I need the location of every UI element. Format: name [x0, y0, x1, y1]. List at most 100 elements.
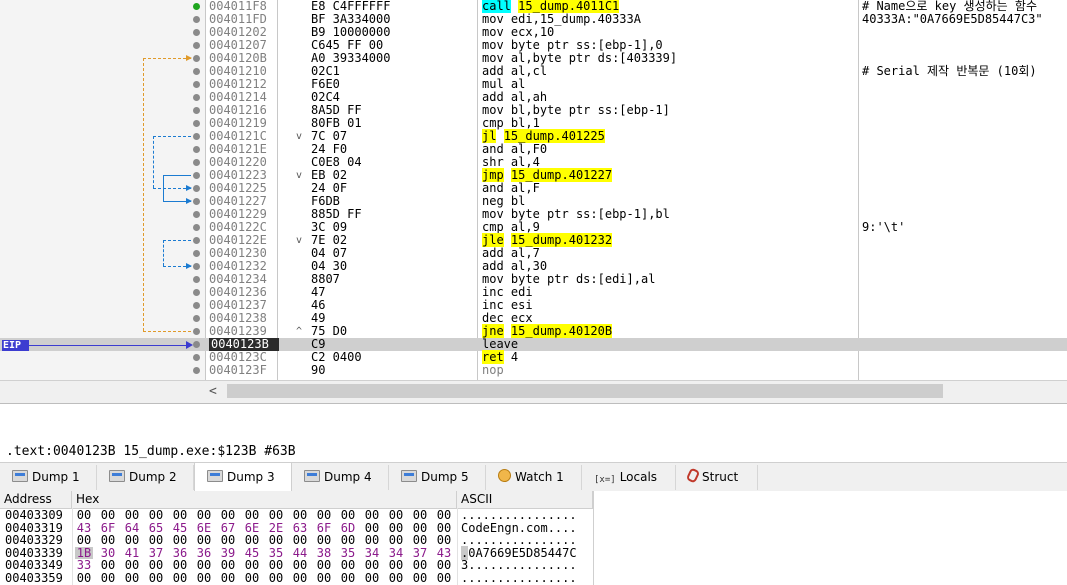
hex-byte[interactable]: 41	[123, 547, 141, 559]
hex-byte[interactable]: 36	[171, 547, 189, 559]
hex-byte[interactable]: 00	[147, 572, 165, 584]
breakpoint-dot-icon[interactable]	[193, 302, 200, 309]
breakpoint-dot-icon[interactable]	[193, 367, 200, 374]
hex-byte[interactable]: 1B	[75, 546, 93, 559]
breakpoint-dot-icon[interactable]	[193, 185, 200, 192]
hex-byte[interactable]: 00	[435, 534, 453, 546]
hex-byte[interactable]: 36	[195, 547, 213, 559]
hex-byte[interactable]: 00	[171, 509, 189, 521]
hex-byte[interactable]: 34	[363, 547, 381, 559]
hex-byte[interactable]: 00	[171, 572, 189, 584]
breakpoint-dot-icon[interactable]	[193, 276, 200, 283]
ascii-text[interactable]: ................	[461, 534, 577, 546]
hex-byte[interactable]: 00	[171, 559, 189, 571]
breakpoint-dot-icon[interactable]	[193, 94, 200, 101]
hex-byte[interactable]: 44	[291, 547, 309, 559]
hex-byte[interactable]: 00	[339, 509, 357, 521]
hex-byte[interactable]: 00	[411, 534, 429, 546]
dump-row[interactable]: 00403319 43 6F 64 65 45 6E 67 6E 2E 63 6F 6D 00 00 00 00…	[0, 522, 593, 534]
dump-row[interactable]: 00403359 00 00 00 00 00 00 00 00 00 00 00 00 00 00 00 00…	[0, 572, 593, 584]
hex-byte[interactable]: 00	[243, 559, 261, 571]
hex-byte[interactable]: 00	[195, 559, 213, 571]
breakpoint-dot-icon[interactable]	[193, 68, 200, 75]
breakpoint-dot-icon[interactable]	[193, 42, 200, 49]
hex-byte[interactable]: 00	[75, 534, 93, 546]
hex-byte[interactable]: 45	[171, 522, 189, 534]
scroll-left-icon[interactable]: <	[209, 384, 217, 399]
hex-byte[interactable]: 00	[75, 572, 93, 584]
hex-byte[interactable]: 39	[219, 547, 237, 559]
hex-byte[interactable]: 00	[219, 559, 237, 571]
hex-byte[interactable]: 00	[123, 509, 141, 521]
breakpoint-dot-icon[interactable]	[193, 3, 200, 10]
bottom-tab-bar[interactable]: Dump 1 Dump 2 Dump 3 Dump 4 Dump 5 Watch 1 [x=…	[0, 462, 1067, 493]
hex-byte[interactable]: 00	[243, 509, 261, 521]
breakpoint-dot-icon[interactable]	[193, 159, 200, 166]
ascii-text[interactable]: CodeEngn.com....	[461, 522, 577, 534]
breakpoint-dot-icon[interactable]	[193, 29, 200, 36]
disasm-row[interactable]: 00401210 02C1 add al,cl # Serial 제작 반복문 (10…	[0, 65, 1067, 78]
hex-byte[interactable]: 43	[75, 522, 93, 534]
hex-byte[interactable]: 6E	[243, 522, 261, 534]
breakpoint-dot-icon[interactable]	[193, 263, 200, 270]
hex-byte[interactable]: 00	[339, 572, 357, 584]
tab-dump-3[interactable]: Dump 3	[194, 463, 292, 492]
hex-byte[interactable]: 63	[291, 522, 309, 534]
hex-byte[interactable]: 43	[435, 547, 453, 559]
ascii-text[interactable]: 3...............	[461, 559, 577, 571]
dump-address[interactable]: 00403339	[5, 547, 63, 559]
hex-byte[interactable]: 00	[291, 559, 309, 571]
tab-locals[interactable]: [x=] Locals	[582, 465, 676, 490]
breakpoint-dot-icon[interactable]	[193, 289, 200, 296]
hex-byte[interactable]: 6E	[195, 522, 213, 534]
hex-byte[interactable]: 00	[315, 509, 333, 521]
dump-address[interactable]: 00403309	[5, 509, 63, 521]
hex-byte[interactable]: 00	[219, 509, 237, 521]
breakpoint-dot-icon[interactable]	[193, 133, 200, 140]
hex-byte[interactable]: 00	[435, 522, 453, 534]
hex-byte[interactable]: 00	[123, 572, 141, 584]
hex-byte[interactable]: 00	[435, 559, 453, 571]
hex-byte[interactable]: 00	[123, 559, 141, 571]
hex-column-header[interactable]: Hex	[72, 491, 457, 508]
disasm-row[interactable]: 00401237 46 inc esi	[0, 299, 1067, 312]
dump-address[interactable]: 00403319	[5, 522, 63, 534]
hex-byte[interactable]: 00	[315, 559, 333, 571]
dump-row[interactable]: 00403339 1B 30 41 37 36 36 39 45 35 44 38 35 34 34 37 43…	[0, 545, 593, 560]
tab-struct[interactable]: Struct	[676, 465, 758, 490]
tab-dump-4[interactable]: Dump 4	[292, 465, 389, 490]
hex-byte[interactable]: 00	[387, 522, 405, 534]
hex-byte[interactable]: 00	[219, 572, 237, 584]
dump-address[interactable]: 00403349	[5, 559, 63, 571]
breakpoint-dot-icon[interactable]	[193, 81, 200, 88]
hex-byte[interactable]: 00	[435, 509, 453, 521]
dump-row[interactable]: 00403329 00 00 00 00 00 00 00 00 00 00 00 00 00 00 00 00…	[0, 534, 593, 546]
breakpoint-dot-icon[interactable]	[193, 315, 200, 322]
breakpoint-dot-icon[interactable]	[193, 120, 200, 127]
breakpoint-dot-icon[interactable]	[193, 354, 200, 361]
hex-byte[interactable]: 00	[147, 559, 165, 571]
hex-byte[interactable]: 67	[219, 522, 237, 534]
breakpoint-dot-icon[interactable]	[193, 224, 200, 231]
hex-byte[interactable]: 00	[99, 559, 117, 571]
hex-byte[interactable]: 00	[363, 534, 381, 546]
hex-byte[interactable]: 00	[411, 522, 429, 534]
hex-byte[interactable]: 00	[315, 572, 333, 584]
disasm-row[interactable]: 00401234 8807 mov byte ptr ds:[edi],al	[0, 273, 1067, 286]
dump-address[interactable]: 00403329	[5, 534, 63, 546]
hex-byte[interactable]: 00	[291, 509, 309, 521]
hex-byte[interactable]: 00	[363, 509, 381, 521]
hex-byte[interactable]: 00	[387, 534, 405, 546]
breakpoint-dot-icon[interactable]	[193, 55, 200, 62]
hex-byte[interactable]: 00	[99, 572, 117, 584]
dump-row[interactable]: 00403309 00 00 00 00 00 00 00 00 00 00 00 00 00 00 00 00…	[0, 509, 593, 521]
ascii-column-header[interactable]: ASCII	[457, 491, 593, 508]
horizontal-scrollbar[interactable]: <	[205, 380, 1067, 404]
hex-byte[interactable]: 00	[147, 534, 165, 546]
hex-byte[interactable]: 00	[435, 572, 453, 584]
hex-byte[interactable]: 35	[339, 547, 357, 559]
hex-byte[interactable]: 37	[147, 547, 165, 559]
hex-byte[interactable]: 00	[339, 559, 357, 571]
hex-byte[interactable]: 00	[75, 509, 93, 521]
hex-byte[interactable]: 00	[171, 534, 189, 546]
